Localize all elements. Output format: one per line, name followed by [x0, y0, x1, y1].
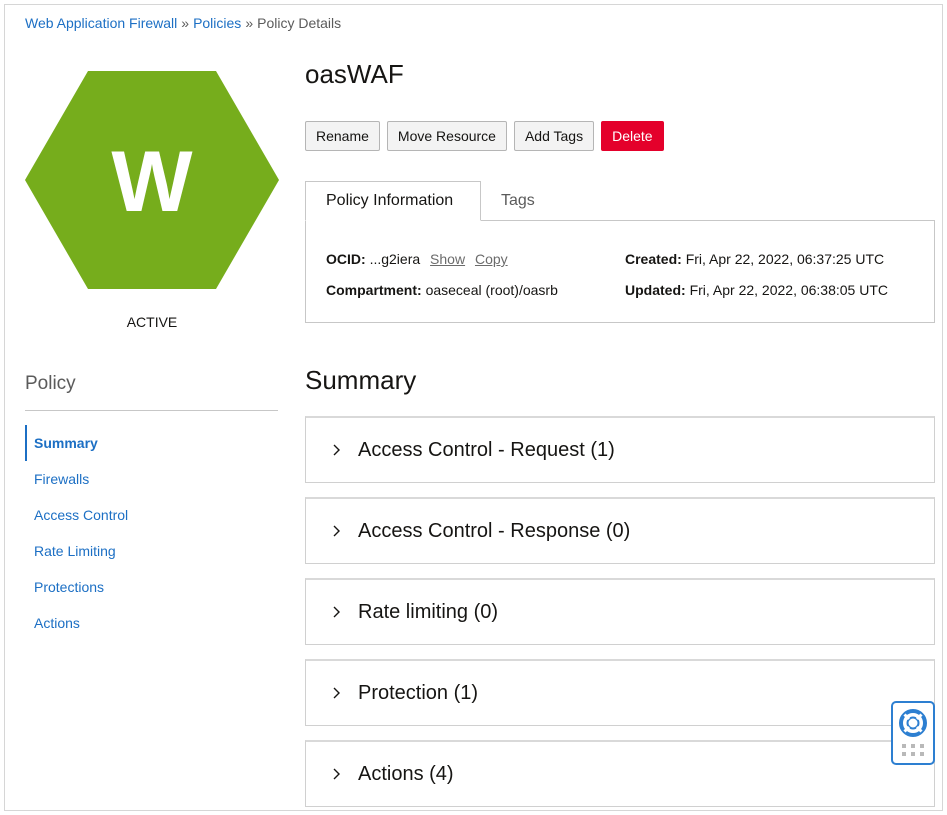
sidebar-item-access-control[interactable]: Access Control — [25, 497, 278, 533]
accordion-label: Access Control - Response (0) — [358, 519, 631, 542]
accordion-rate-limiting[interactable]: Rate limiting (0) — [305, 578, 935, 645]
accordion-actions[interactable]: Actions (4) — [305, 740, 935, 807]
breadcrumb: Web Application Firewall» Policies» Policy… — [25, 15, 341, 31]
sidebar-item-rate-limiting[interactable]: Rate Limiting — [25, 533, 278, 569]
created-row: Created: Fri, Apr 22, 2022, 06:37:25 UTC — [625, 251, 884, 267]
breadcrumb-separator: » — [245, 15, 254, 31]
summary-accordion: Access Control - Request (1) Access Cont… — [305, 416, 935, 810]
resource-hexagon-icon: W — [25, 71, 279, 289]
action-toolbar: Rename Move Resource Add Tags Delete — [305, 121, 664, 151]
status-label: ACTIVE — [126, 314, 178, 330]
page-frame: Web Application Firewall» Policies» Policy… — [4, 4, 943, 811]
ocid-row: OCID: ...g2iera Show Copy — [326, 251, 508, 267]
sidebar-title: Policy — [25, 373, 76, 394]
breadcrumb-web-application-firewall[interactable]: Web Application Firewall — [25, 15, 177, 31]
created-label: Created: — [625, 251, 682, 267]
move-resource-button[interactable]: Move Resource — [386, 121, 507, 151]
chevron-right-icon — [333, 768, 340, 780]
sidebar-item-protections[interactable]: Protections — [25, 569, 278, 605]
sidebar-item-actions[interactable]: Actions — [25, 605, 278, 641]
compartment-value: oaseceal (root)/oasrb — [425, 282, 558, 298]
sidebar-nav: Summary Firewalls Access Control Rate Li… — [25, 425, 278, 641]
compartment-row: Compartment: oaseceal (root)/oasrb — [326, 282, 558, 298]
compartment-label: Compartment: — [326, 282, 422, 298]
ocid-value: ...g2iera — [369, 251, 421, 267]
ocid-show-link[interactable]: Show — [430, 251, 465, 267]
tab-bar: Policy Information Tags — [305, 181, 555, 221]
chevron-right-icon — [333, 444, 340, 456]
accordion-access-control-request[interactable]: Access Control - Request (1) — [305, 416, 935, 483]
accordion-label: Access Control - Request (1) — [358, 438, 615, 461]
sidebar-divider — [25, 410, 278, 411]
updated-value: Fri, Apr 22, 2022, 06:38:05 UTC — [689, 282, 889, 298]
accordion-protection[interactable]: Protection (1) — [305, 659, 935, 726]
hexagon-letter: W — [111, 134, 193, 230]
breadcrumb-policies[interactable]: Policies — [193, 15, 241, 31]
ocid-label: OCID: — [326, 251, 366, 267]
chevron-right-icon — [333, 687, 340, 699]
page-title: oasWAF — [305, 59, 404, 89]
rename-button[interactable]: Rename — [305, 121, 380, 151]
sidebar-item-summary[interactable]: Summary — [25, 425, 278, 461]
chevron-right-icon — [333, 606, 340, 618]
sidebar-item-firewalls[interactable]: Firewalls — [25, 461, 278, 497]
summary-title: Summary — [305, 365, 417, 395]
lifebuoy-icon — [899, 709, 927, 737]
chevron-right-icon — [333, 525, 340, 537]
ocid-copy-link[interactable]: Copy — [475, 251, 508, 267]
accordion-label: Actions (4) — [358, 762, 454, 785]
breadcrumb-separator: » — [181, 15, 190, 31]
created-value: Fri, Apr 22, 2022, 06:37:25 UTC — [685, 251, 885, 267]
accordion-label: Rate limiting (0) — [358, 600, 499, 623]
accordion-access-control-response[interactable]: Access Control - Response (0) — [305, 497, 935, 564]
accordion-label: Protection (1) — [358, 681, 479, 704]
delete-button[interactable]: Delete — [601, 121, 664, 151]
updated-row: Updated: Fri, Apr 22, 2022, 06:38:05 UTC — [625, 282, 888, 298]
breadcrumb-current: Policy Details — [257, 15, 342, 31]
add-tags-button[interactable]: Add Tags — [513, 121, 595, 151]
tab-tags[interactable]: Tags — [481, 181, 555, 221]
help-widget-button[interactable] — [891, 701, 935, 765]
updated-label: Updated: — [625, 282, 686, 298]
policy-information-panel: OCID: ...g2iera Show Copy Compartment: o… — [305, 220, 935, 323]
drag-handle-icon[interactable] — [901, 743, 925, 757]
tab-policy-information[interactable]: Policy Information — [305, 181, 481, 221]
